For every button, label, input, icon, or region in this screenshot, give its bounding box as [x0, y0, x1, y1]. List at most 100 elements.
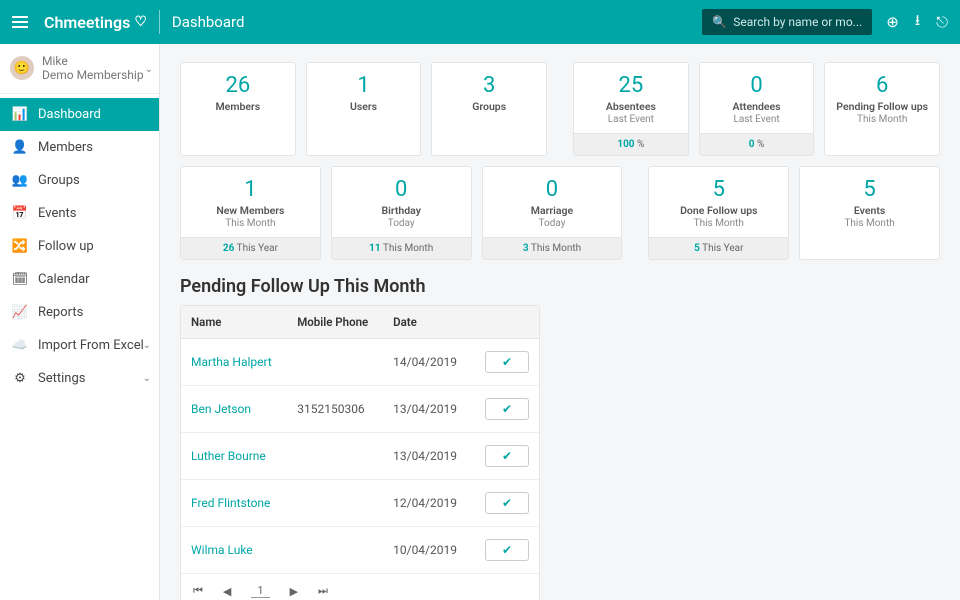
pager-next[interactable]: ▶: [290, 585, 298, 598]
mark-done-button[interactable]: ✔: [485, 539, 529, 561]
nav-icon: 🔀: [12, 239, 28, 254]
user-menu[interactable]: 🙂 Mike Demo Membership ⌄: [0, 44, 159, 94]
download-icon[interactable]: ⭳: [915, 10, 920, 35]
col-action: [472, 306, 539, 339]
col-date: Date: [383, 306, 471, 339]
stat-label: Groups: [438, 100, 540, 113]
page-title: Dashboard: [172, 13, 245, 31]
stat-footer: 11 This Month: [332, 237, 471, 259]
stat-value: 25: [580, 73, 682, 98]
stat-sublabel: Last Event: [706, 114, 808, 125]
stat-sublabel: Last Event: [580, 114, 682, 125]
logout-icon[interactable]: ⎋: [936, 13, 948, 31]
cell-date: 14/04/2019: [383, 339, 471, 386]
stat-card-events[interactable]: 5EventsThis Month: [799, 166, 940, 260]
stat-value: 5: [806, 177, 933, 202]
mark-done-button[interactable]: ✔: [485, 398, 529, 420]
nav-icon: 🗓: [12, 272, 28, 287]
member-link[interactable]: Ben Jetson: [191, 402, 251, 416]
sidebar-item-calendar[interactable]: 🗓 Calendar: [0, 263, 159, 296]
stat-sublabel: This Month: [187, 218, 314, 229]
stat-label: Attendees: [706, 100, 808, 113]
divider: [159, 10, 160, 34]
stat-card-marriage[interactable]: 0MarriageToday3 This Month: [482, 166, 623, 260]
header-actions: ⊕ ⭳ ⎋: [886, 10, 948, 35]
nav-icon: ⚙: [12, 371, 28, 386]
sidebar-item-dashboard[interactable]: 📊 Dashboard: [0, 98, 159, 131]
nav-label: Follow up: [38, 239, 94, 254]
stat-footer: 5 This Year: [649, 237, 788, 259]
nav-icon: 📈: [12, 305, 28, 320]
col-name: Name: [181, 306, 287, 339]
pager-last[interactable]: ⏭: [318, 584, 328, 598]
nav-label: Groups: [38, 173, 80, 188]
stat-card-groups[interactable]: 3Groups: [431, 62, 547, 156]
member-link[interactable]: Fred Flintstone: [191, 496, 270, 510]
member-link[interactable]: Luther Bourne: [191, 449, 266, 463]
nav-label: Reports: [38, 305, 83, 320]
stat-card-attendees[interactable]: 0 AttendeesLast Event 0 %: [699, 62, 815, 156]
stat-value: 1: [313, 73, 415, 98]
table-row: Wilma Luke 10/04/2019 ✔: [181, 527, 539, 574]
cell-date: 10/04/2019: [383, 527, 471, 574]
sidebar-item-settings[interactable]: ⚙Settings⌄: [0, 362, 159, 395]
add-icon[interactable]: ⊕: [886, 13, 899, 31]
stat-label: Marriage: [489, 204, 616, 217]
stat-sublabel: This Month: [655, 218, 782, 229]
nav-label: Settings: [38, 371, 85, 386]
brand-logo[interactable]: Chmeetings ♡: [44, 13, 147, 32]
stat-label: Pending Follow ups: [831, 100, 933, 113]
sidebar-item-events[interactable]: 📅Events: [0, 197, 159, 230]
stat-card-members[interactable]: 26Members: [180, 62, 296, 156]
stat-value: 1: [187, 177, 314, 202]
sidebar-item-reports[interactable]: 📈 Reports: [0, 296, 159, 329]
sidebar-item-import-from-excel[interactable]: ☁️Import From Excel⌄: [0, 329, 159, 362]
nav-icon: ☁️: [12, 338, 28, 353]
followup-table: NameMobile PhoneDate Martha Halpert14/04…: [180, 305, 540, 600]
nav-label: Dashboard: [38, 107, 101, 122]
pager-first[interactable]: ⏮: [193, 584, 203, 598]
sidebar: 🙂 Mike Demo Membership ⌄ 📊 Dashboard 👤Memb…: [0, 44, 160, 600]
sidebar-item-groups[interactable]: 👥Groups: [0, 164, 159, 197]
avatar: 🙂: [10, 56, 34, 80]
stat-sublabel: Today: [489, 218, 616, 229]
stat-card-new-members[interactable]: 1New MembersThis Month26 This Year: [180, 166, 321, 260]
stat-value: 0: [338, 177, 465, 202]
mark-done-button[interactable]: ✔: [485, 351, 529, 373]
stat-label: Birthday: [338, 204, 465, 217]
menu-icon[interactable]: [12, 16, 36, 28]
nav-label: Calendar: [38, 272, 90, 287]
user-org: Demo Membership: [42, 68, 144, 82]
pager: ⏮ ◀ 1 ▶ ⏭: [181, 574, 539, 600]
mark-done-button[interactable]: ✔: [485, 492, 529, 514]
member-link[interactable]: Martha Halpert: [191, 355, 272, 369]
sidebar-item-follow-up[interactable]: 🔀 Follow up: [0, 230, 159, 263]
chevron-down-icon: ⌄: [143, 340, 151, 351]
stat-footer: 3 This Month: [483, 237, 622, 259]
pager-prev[interactable]: ◀: [223, 585, 231, 598]
member-link[interactable]: Wilma Luke: [191, 543, 253, 557]
stat-label: Absentees: [580, 100, 682, 113]
nav-icon: 👤: [12, 140, 28, 155]
stat-card-done-follow-ups[interactable]: 5Done Follow upsThis Month5 This Year: [648, 166, 789, 260]
cell-phone: [287, 339, 383, 386]
cell-date: 12/04/2019: [383, 480, 471, 527]
nav-icon: 📊: [12, 107, 28, 122]
stat-footer: 0 %: [700, 133, 814, 155]
sidebar-item-members[interactable]: 👤Members: [0, 131, 159, 164]
stat-card-pending-follow-ups[interactable]: 6Pending Follow upsThis Month: [824, 62, 940, 156]
mark-done-button[interactable]: ✔: [485, 445, 529, 467]
user-name: Mike: [42, 54, 144, 68]
stat-sublabel: This Month: [831, 114, 933, 125]
stat-value: 5: [655, 177, 782, 202]
stat-card-birthday[interactable]: 0BirthdayToday11 This Month: [331, 166, 472, 260]
search-placeholder: Search by name or mo...: [733, 15, 862, 29]
cell-phone: 3152150306: [287, 386, 383, 433]
search-input[interactable]: 🔍 Search by name or mo...: [702, 9, 872, 35]
table-row: Fred Flintstone 12/04/2019 ✔: [181, 480, 539, 527]
stat-card-absentees[interactable]: 25AbsenteesLast Event100 %: [573, 62, 689, 156]
stat-card-users[interactable]: 1Users: [306, 62, 422, 156]
cell-date: 13/04/2019: [383, 386, 471, 433]
main-content: 26Members1Users3Groups25AbsenteesLast Ev…: [160, 44, 960, 600]
stat-value: 0: [706, 73, 808, 98]
